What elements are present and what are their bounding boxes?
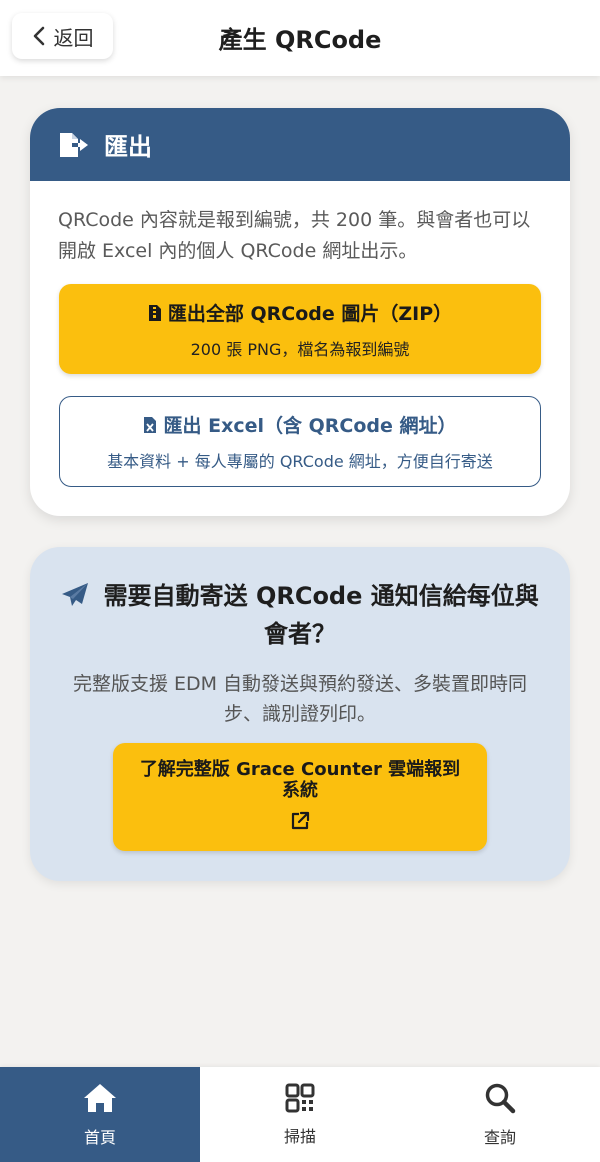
nav-item-home-label: 首頁 (83, 1127, 116, 1147)
export-excel-button[interactable]: 匯出 Excel（含 QRCode 網址） 基本資料 + 每人專屬的 QRCod… (59, 396, 541, 487)
export-card: 匯出 QRCode 內容就是報到編號，共 200 筆。與會者也可以開啟 Exce… (30, 108, 570, 516)
nav-item-scan-label: 掃描 (283, 1126, 316, 1146)
learn-full-version-label: 了解完整版 Grace Counter 雲端報到系統 (139, 759, 461, 801)
nav-item-search-label: 查詢 (483, 1127, 516, 1147)
top-bar: 返回 產生 QRCode (0, 0, 600, 76)
export-zip-button[interactable]: 匯出全部 QRCode 圖片（ZIP） 200 張 PNG，檔名為報到編號 (59, 284, 541, 374)
nav-item-search[interactable]: 查詢 (400, 1067, 600, 1162)
nav-item-home[interactable]: 首頁 (0, 1067, 200, 1162)
paper-plane-icon (62, 583, 89, 606)
search-icon (485, 1083, 516, 1113)
bottom-nav: 首頁 掃描 查詢 (0, 1067, 600, 1162)
home-icon (84, 1083, 116, 1112)
promo-description: 完整版支援 EDM 自動發送與預約發送、多裝置即時同步、識別證列印。 (72, 673, 528, 725)
promo-title-text: 需要自動寄送 QRCode 通知信給每位與會者？ (103, 582, 539, 648)
export-excel-sublabel: 基本資料 + 每人專屬的 QRCode 網址，方便自行寄送 (107, 452, 493, 471)
file-export-icon (60, 132, 88, 157)
export-zip-label: 匯出全部 QRCode 圖片（ZIP） (167, 303, 453, 325)
page-title: 產生 QRCode (218, 26, 382, 54)
learn-full-version-button[interactable]: 了解完整版 Grace Counter 雲端報到系統 (113, 743, 487, 851)
external-link-icon (291, 811, 310, 830)
export-excel-label: 匯出 Excel（含 QRCode 網址） (163, 415, 457, 437)
export-heading: 匯出 (104, 133, 152, 161)
upgrade-promo-card: 需要自動寄送 QRCode 通知信給每位與會者？ 完整版支援 EDM 自動發送與… (30, 547, 570, 881)
qr-scan-icon (285, 1083, 315, 1112)
export-description: QRCode 內容就是報到編號，共 200 筆。與會者也可以開啟 Excel 內… (58, 209, 531, 262)
export-zip-sublabel: 200 張 PNG，檔名為報到編號 (190, 340, 410, 359)
promo-title: 需要自動寄送 QRCode 通知信給每位與會者？ (60, 577, 540, 653)
nav-item-scan[interactable]: 掃描 (200, 1067, 400, 1162)
file-excel-icon (144, 416, 157, 433)
export-card-header: 匯出 (30, 108, 570, 181)
file-zip-icon (148, 304, 161, 321)
